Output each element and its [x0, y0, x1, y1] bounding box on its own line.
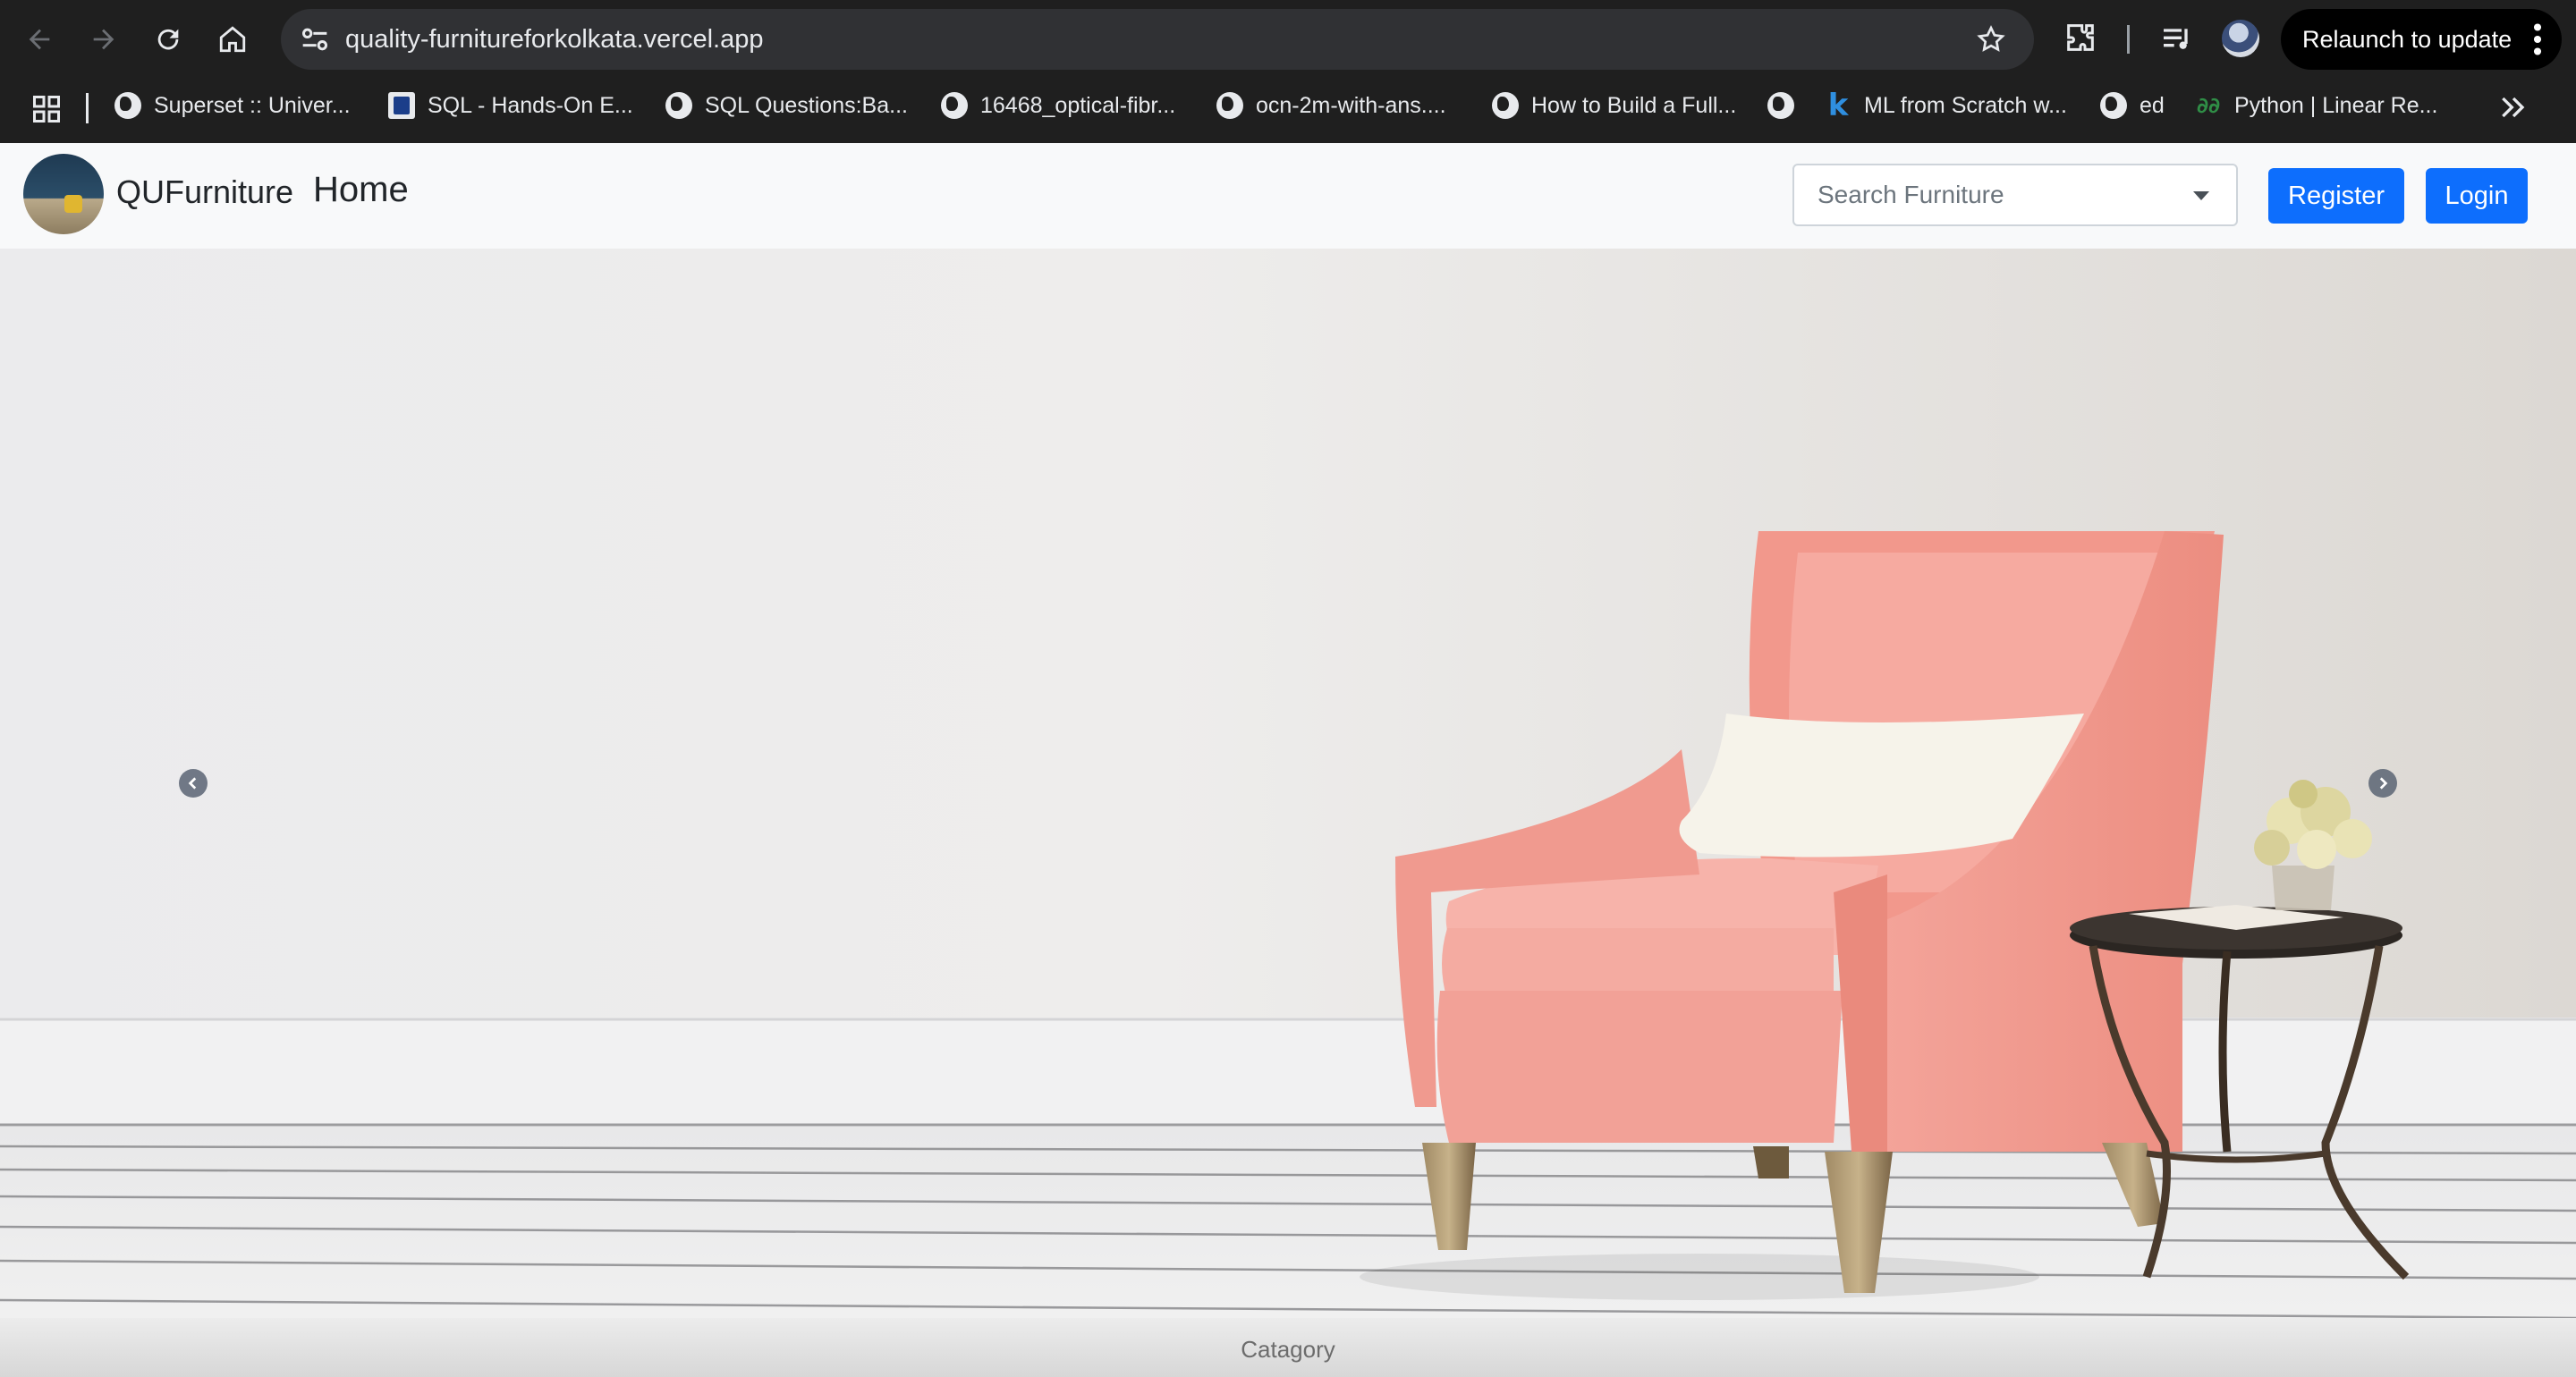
carousel-prev-button[interactable]	[179, 769, 208, 798]
globe-icon	[1216, 92, 1243, 119]
category-section: Catagory	[0, 1318, 2576, 1377]
relaunch-to-update-button[interactable]: Relaunch to update	[2281, 9, 2562, 70]
bookmark-item[interactable]: ocn-2m-with-ans....	[1216, 79, 1446, 132]
site-favicon-icon	[388, 92, 415, 119]
bookmark-item[interactable]: k ML from Scratch w...	[1825, 79, 2067, 132]
bookmark-item[interactable]: Superset :: Univer...	[114, 79, 351, 132]
profile-avatar[interactable]	[2222, 20, 2259, 57]
chevron-left-icon	[188, 777, 197, 790]
search-placeholder: Search Furniture	[1818, 181, 2004, 208]
more-vert-icon	[2533, 23, 2542, 55]
globe-icon	[114, 92, 141, 119]
bookmarks-bar: Superset :: Univer... SQL - Hands-On E..…	[0, 79, 2576, 143]
bookmark-label: 16468_optical-fibr...	[980, 92, 1176, 118]
reload-button[interactable]	[147, 18, 190, 61]
toolbar-divider	[2127, 25, 2130, 54]
bookmark-label: How to Build a Full...	[1531, 92, 1737, 118]
web-page: QUFurniture Home Search Furniture Regist…	[0, 143, 2576, 1377]
browser-chrome: quality-furnitureforkolkata.vercel.app R…	[0, 0, 2576, 143]
globe-icon	[1492, 92, 1519, 119]
login-button[interactable]: Login	[2426, 168, 2528, 224]
hero-image-armchair	[0, 249, 2576, 1318]
search-furniture-select[interactable]: Search Furniture	[1792, 164, 2238, 226]
bookmark-star-icon[interactable]	[1975, 23, 2007, 55]
back-arrow-icon	[29, 29, 50, 50]
browser-toolbar: quality-furnitureforkolkata.vercel.app R…	[0, 0, 2576, 79]
globe-icon	[665, 92, 692, 119]
bookmark-item[interactable]: How to Build a Full...	[1492, 79, 1736, 132]
reload-icon	[157, 29, 179, 50]
back-button[interactable]	[18, 18, 61, 61]
bookmark-item[interactable]: SQL Questions:Ba...	[665, 79, 908, 132]
bookmark-item[interactable]: 16468_optical-fibr...	[941, 79, 1175, 132]
home-icon	[219, 26, 246, 53]
url-text[interactable]: quality-furnitureforkolkata.vercel.app	[345, 9, 763, 70]
bookmark-item[interactable]: ed	[2100, 79, 2165, 132]
brand-name[interactable]: QUFurniture	[116, 173, 293, 211]
bookmark-item[interactable]: SQL - Hands-On E...	[388, 79, 633, 132]
bookmark-label: ML from Scratch w...	[1864, 92, 2067, 118]
bookmark-label: SQL - Hands-On E...	[428, 92, 633, 118]
site-navbar: QUFurniture Home Search Furniture Regist…	[0, 143, 2576, 249]
geeks-icon: ∂∂	[2196, 93, 2221, 118]
bookmark-label: Python | Linear Re...	[2234, 92, 2438, 118]
apps-grid-icon[interactable]	[30, 93, 63, 125]
bookmark-label: ed	[2140, 92, 2165, 118]
chevron-double-right-icon[interactable]	[2496, 89, 2531, 125]
bookmark-item[interactable]: ∂∂ Python | Linear Re...	[2195, 79, 2438, 132]
relaunch-label: Relaunch to update	[2302, 25, 2512, 53]
nav-link-home[interactable]: Home	[313, 170, 409, 210]
chevron-right-icon	[2379, 777, 2388, 790]
brand-logo[interactable]	[23, 154, 104, 234]
forward-arrow-icon	[93, 29, 114, 50]
home-button[interactable]	[211, 18, 254, 61]
bookmark-label: SQL Questions:Ba...	[705, 92, 908, 118]
address-bar[interactable]: quality-furnitureforkolkata.vercel.app	[281, 9, 2034, 70]
extensions-puzzle-icon[interactable]	[2063, 20, 2098, 55]
bookmark-item[interactable]	[1767, 79, 1807, 132]
media-controls-icon[interactable]	[2159, 21, 2195, 57]
globe-icon	[2100, 92, 2127, 119]
globe-icon	[1767, 92, 1794, 119]
site-info-icon[interactable]	[297, 21, 333, 57]
bookmark-label: ocn-2m-with-ans....	[1256, 92, 1446, 118]
forward-button[interactable]	[82, 18, 125, 61]
category-heading: Catagory	[1241, 1336, 1335, 1363]
carousel-next-button[interactable]	[2368, 769, 2397, 798]
k-icon: k	[1827, 88, 1849, 123]
register-button[interactable]: Register	[2268, 168, 2404, 224]
bookmarks-divider	[86, 93, 89, 123]
hero-carousel	[0, 249, 2576, 1318]
chevron-down-icon	[2193, 191, 2209, 200]
bookmark-label: Superset :: Univer...	[154, 92, 351, 118]
globe-icon	[941, 92, 968, 119]
